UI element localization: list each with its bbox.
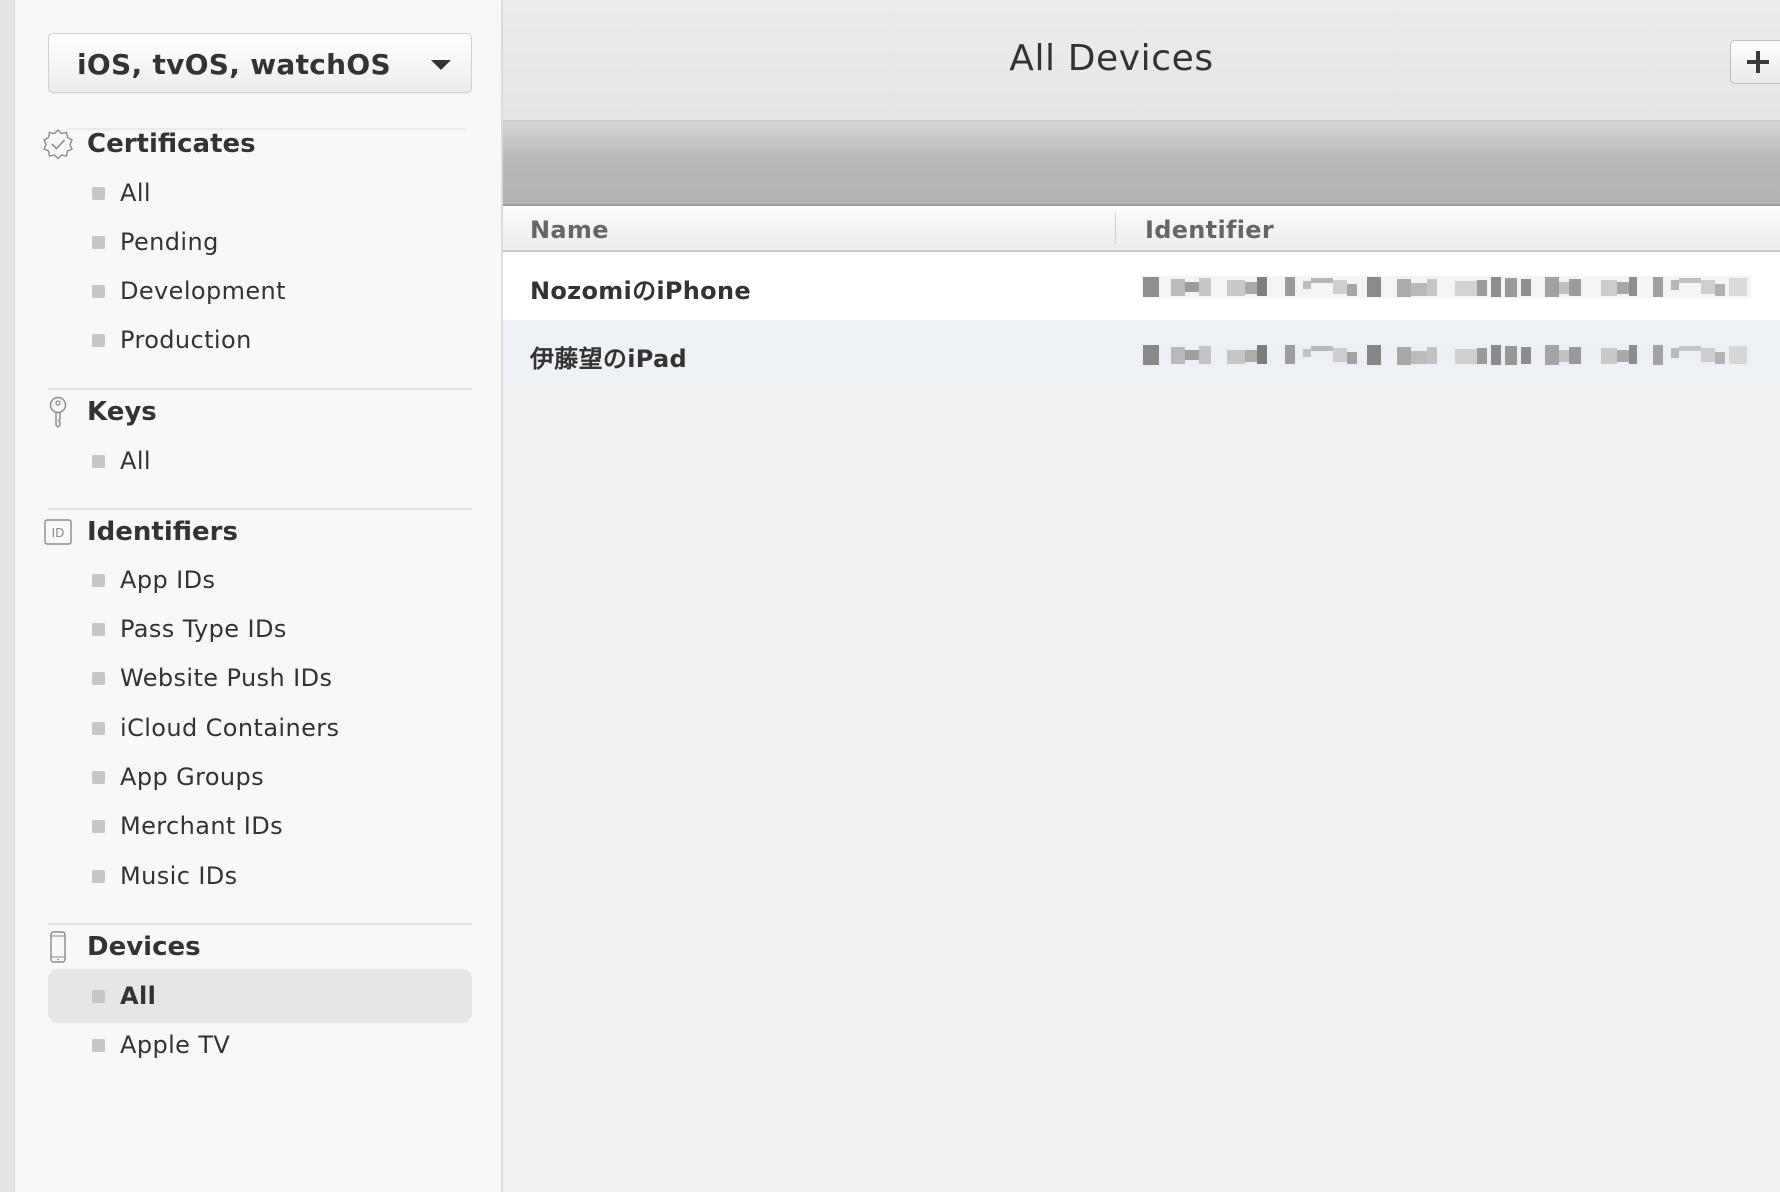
sidebar-item-label: App IDs (120, 566, 216, 594)
certificate-badge-icon (41, 127, 75, 161)
add-device-button[interactable] (1730, 40, 1780, 84)
section-divider (48, 388, 472, 390)
main-header: All Devices (503, 0, 1780, 122)
sidebar-item-website-push-ids[interactable]: Website Push IDs (48, 651, 472, 705)
phone-icon (41, 930, 75, 964)
bullet (92, 333, 105, 347)
sidebar-item-apple-tv[interactable]: Apple TV (48, 1018, 472, 1072)
column-separator[interactable] (1115, 212, 1116, 244)
device-name: NozomiのiPhone (530, 277, 751, 305)
main-panel: All Devices Name Identifier NozomiのiPhon… (503, 0, 1780, 1192)
sidebar-item-label: Apple TV (120, 1031, 231, 1059)
section-identifiers: ID Identifiers (41, 515, 238, 549)
table-header: Name Identifier (503, 206, 1780, 252)
redacted-identifier (1141, 344, 1751, 366)
toolbar-band (503, 122, 1780, 206)
sidebar-item-app-ids[interactable]: App IDs (48, 553, 472, 607)
section-devices: Devices (41, 930, 201, 964)
sidebar-item-label: All (120, 982, 157, 1010)
platform-select-label: iOS, tvOS, watchOS (77, 48, 391, 81)
redacted-identifier (1141, 276, 1751, 298)
bullet (92, 989, 105, 1003)
sidebar-item-label: All (120, 447, 151, 475)
sidebar-item-label: All (120, 179, 151, 207)
bullet (92, 454, 105, 468)
sidebar-item-label: iCloud Containers (120, 714, 340, 742)
sidebar-item-label: Music IDs (120, 862, 238, 890)
section-title-keys: Keys (87, 397, 157, 427)
sidebar-item-certificates-production[interactable]: Production (48, 313, 472, 367)
bullet (92, 186, 105, 200)
bullet (92, 235, 105, 249)
platform-select[interactable]: iOS, tvOS, watchOS (48, 33, 472, 93)
sidebar-item-devices-all[interactable]: All (48, 969, 472, 1023)
sidebar-item-merchant-ids[interactable]: Merchant IDs (48, 799, 472, 853)
section-divider (48, 923, 472, 925)
left-gutter (0, 0, 15, 1192)
sidebar-item-keys-all[interactable]: All (48, 434, 472, 488)
developer-portal-window: iOS, tvOS, watchOS Certificates All Pend… (0, 0, 1780, 1192)
table-row[interactable]: 伊藤望のiPad (503, 320, 1780, 388)
bullet (92, 770, 105, 784)
column-header-identifier[interactable]: Identifier (1145, 216, 1274, 244)
sidebar-item-label: Pass Type IDs (120, 615, 287, 643)
sidebar-item-label: Merchant IDs (120, 812, 284, 840)
plus-icon (1747, 51, 1769, 73)
sidebar-item-icloud-containers[interactable]: iCloud Containers (48, 701, 472, 755)
caret-down-icon (431, 60, 451, 70)
device-name: 伊藤望のiPad (530, 345, 687, 373)
page-title: All Devices (1009, 38, 1214, 79)
section-title-identifiers: Identifiers (87, 517, 238, 547)
bullet (92, 1038, 105, 1052)
sidebar-item-label: App Groups (120, 763, 265, 791)
section-divider (48, 508, 472, 510)
section-keys: Keys (41, 395, 157, 429)
bullet (92, 573, 105, 587)
bullet (92, 671, 105, 685)
section-certificates: Certificates (41, 127, 256, 161)
sidebar-item-label: Pending (120, 228, 219, 256)
sidebar-item-certificates-all[interactable]: All (48, 166, 472, 220)
sidebar-item-certificates-pending[interactable]: Pending (48, 215, 472, 269)
key-icon (41, 395, 75, 429)
section-title-devices: Devices (87, 932, 201, 962)
sidebar-item-label: Production (120, 326, 252, 354)
bullet (92, 721, 105, 735)
sidebar: iOS, tvOS, watchOS Certificates All Pend… (15, 0, 503, 1192)
bullet (92, 819, 105, 833)
sidebar-item-app-groups[interactable]: App Groups (48, 750, 472, 804)
sidebar-item-label: Website Push IDs (120, 664, 333, 692)
bullet (92, 869, 105, 883)
id-box-icon-text: ID (52, 526, 65, 540)
sidebar-item-music-ids[interactable]: Music IDs (48, 849, 472, 903)
sidebar-item-certificates-development[interactable]: Development (48, 264, 472, 318)
bullet (92, 622, 105, 636)
column-header-name[interactable]: Name (530, 216, 609, 244)
section-title-certificates: Certificates (87, 129, 256, 159)
sidebar-item-label: Development (120, 277, 286, 305)
bullet (92, 284, 105, 298)
table-row[interactable]: NozomiのiPhone (503, 252, 1780, 320)
id-box-icon: ID (41, 515, 75, 549)
sidebar-item-pass-type-ids[interactable]: Pass Type IDs (48, 602, 472, 656)
